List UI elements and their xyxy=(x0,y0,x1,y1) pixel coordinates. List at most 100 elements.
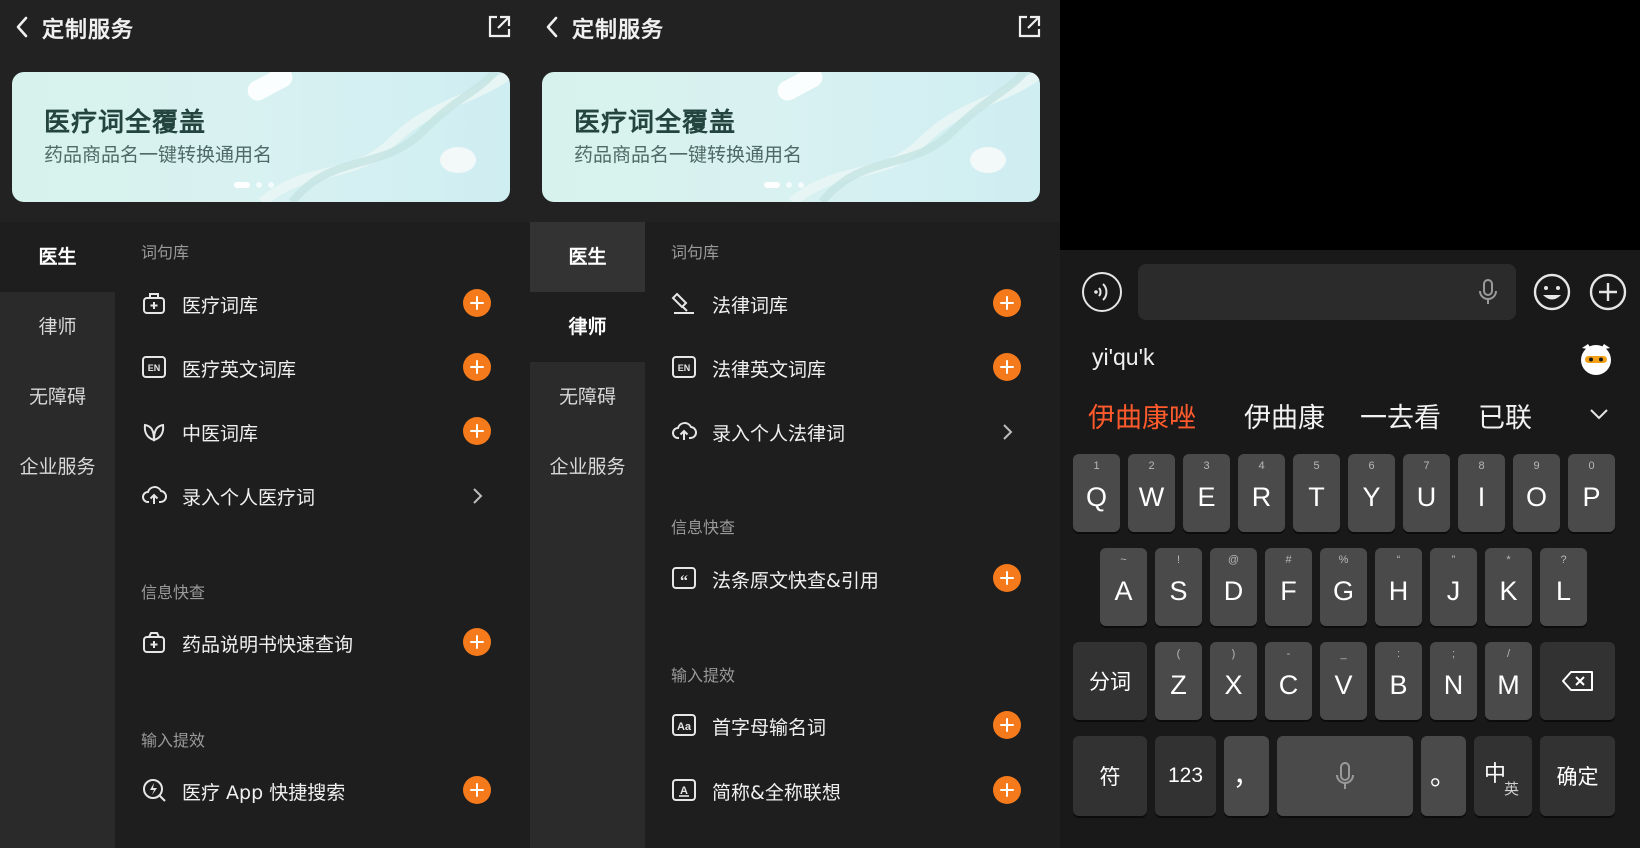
key-x[interactable]: ) X xyxy=(1210,642,1257,720)
backspace-icon xyxy=(1562,671,1593,691)
voice-message-icon[interactable] xyxy=(1082,272,1122,312)
sidebar-item-accessibility[interactable]: 无障碍 xyxy=(530,362,645,432)
message-input[interactable] xyxy=(1138,264,1516,320)
share-icon[interactable] xyxy=(1016,14,1042,40)
key-a[interactable]: ~ A xyxy=(1100,548,1147,626)
confirm-key[interactable]: 确定 xyxy=(1540,736,1615,816)
sidebar-item-enterprise[interactable]: 企业服务 xyxy=(530,432,645,502)
candidate-item[interactable]: 伊曲康唑 xyxy=(1088,396,1196,435)
key-o[interactable]: 9O xyxy=(1513,454,1560,532)
add-button[interactable] xyxy=(993,564,1021,592)
key-h[interactable]: “H xyxy=(1375,548,1422,626)
key-j[interactable]: ” J xyxy=(1430,548,1477,626)
add-button[interactable] xyxy=(993,353,1021,381)
sidebar-item-doctor[interactable]: 医生 xyxy=(530,222,645,292)
space-key[interactable] xyxy=(1277,736,1413,816)
symbols-key[interactable]: 符 xyxy=(1073,736,1147,816)
screen-keyboard: yi'qu'k 伊曲康唑 伊曲康 一去看 已联 1Q 2W 3E 4R 5T 6… xyxy=(1060,0,1640,848)
key-i[interactable]: 8I xyxy=(1458,454,1505,532)
promo-banner[interactable]: 医疗词全覆盖 药品商品名一键转换通用名 xyxy=(542,72,1040,202)
list-item[interactable]: A 简称&全称联想 xyxy=(671,771,1021,811)
page-title: 定制服务 xyxy=(42,18,135,43)
list-item[interactable]: Aa 首字母输名词 xyxy=(671,706,1021,746)
sidebar-item-enterprise[interactable]: 企业服务 xyxy=(0,432,115,502)
key-k[interactable]: * K xyxy=(1485,548,1532,626)
add-button[interactable] xyxy=(993,711,1021,739)
backspace-key[interactable] xyxy=(1540,642,1615,720)
back-icon[interactable] xyxy=(10,12,38,42)
promo-banner[interactable]: 医疗词全覆盖 药品商品名一键转换通用名 xyxy=(12,72,510,202)
key-e[interactable]: 3E xyxy=(1183,454,1230,532)
pinyin-composition: yi'qu'k xyxy=(1092,344,1155,370)
segment-key[interactable]: 分词 xyxy=(1073,642,1147,720)
list-item[interactable]: “ 法条原文快查&引用 xyxy=(671,559,1021,599)
list-item[interactable]: 录入个人医疗词 xyxy=(141,476,491,516)
comma-key[interactable]: ， xyxy=(1224,736,1269,816)
period-key[interactable]: 。 xyxy=(1421,736,1466,816)
list-item[interactable]: 医疗词库 xyxy=(141,284,491,324)
ime-mascot-icon[interactable] xyxy=(1578,340,1614,376)
add-button[interactable] xyxy=(463,353,491,381)
list-item-label: 医疗词库 xyxy=(182,295,259,317)
add-button[interactable] xyxy=(463,628,491,656)
list-item-label: 法律词库 xyxy=(712,295,789,317)
key-z[interactable]: (Z xyxy=(1155,642,1202,720)
key-r[interactable]: 4R xyxy=(1238,454,1285,532)
list-item[interactable]: 中医词库 xyxy=(141,412,491,452)
sidebar-item-lawyer[interactable]: 律师 xyxy=(0,292,115,362)
key-c[interactable]: -C xyxy=(1265,642,1312,720)
list-item[interactable]: 法律词库 xyxy=(671,284,1021,324)
key-t[interactable]: 5T xyxy=(1293,454,1340,532)
list-item[interactable]: EN 法律英文词库 xyxy=(671,348,1021,388)
add-button[interactable] xyxy=(463,776,491,804)
chevron-right-icon xyxy=(1003,424,1013,440)
emoji-icon[interactable] xyxy=(1532,272,1572,312)
carousel-dots xyxy=(764,182,804,188)
key-n[interactable]: ; N xyxy=(1430,642,1477,720)
key-f[interactable]: # F xyxy=(1265,548,1312,626)
list-item[interactable]: 医疗 App 快捷搜索 xyxy=(141,771,491,811)
section-label-lexicon: 词句库 xyxy=(141,243,190,262)
list-item-label: 录入个人医疗词 xyxy=(182,487,316,509)
candidate-item[interactable]: 已联 xyxy=(1478,396,1532,435)
key-w[interactable]: 2W xyxy=(1128,454,1175,532)
list-item[interactable]: 录入个人法律词 xyxy=(671,412,1021,452)
back-icon[interactable] xyxy=(540,12,568,42)
key-p[interactable]: 0P xyxy=(1568,454,1615,532)
candidate-item[interactable]: 一去看 xyxy=(1360,396,1441,435)
candidate-item[interactable]: 伊曲康 xyxy=(1244,396,1325,435)
chevron-down-icon[interactable] xyxy=(1588,406,1610,422)
key-q[interactable]: 1Q xyxy=(1073,454,1120,532)
share-icon[interactable] xyxy=(486,14,512,40)
language-switch-key[interactable]: 中 英 xyxy=(1474,736,1532,816)
carousel-dots xyxy=(234,182,274,188)
sidebar-item-lawyer[interactable]: 律师 xyxy=(530,292,645,362)
key-m[interactable]: / M xyxy=(1485,642,1532,720)
section-label-info: 信息快查 xyxy=(671,518,736,537)
abbreviation-icon: A xyxy=(672,779,696,801)
key-v[interactable]: _ V xyxy=(1320,642,1367,720)
chat-area xyxy=(1060,0,1640,250)
add-button[interactable] xyxy=(993,289,1021,317)
banner-subtitle: 药品商品名一键转换通用名 xyxy=(574,144,803,166)
key-y[interactable]: 6Y xyxy=(1348,454,1395,532)
key-s[interactable]: ! S xyxy=(1155,548,1202,626)
key-b[interactable]: :B xyxy=(1375,642,1422,720)
key-l[interactable]: ? L xyxy=(1540,548,1587,626)
numbers-key[interactable]: 123 xyxy=(1155,736,1216,816)
list-item[interactable]: 药品说明书快速查询 xyxy=(141,623,491,663)
plus-icon[interactable] xyxy=(1588,272,1628,312)
key-u[interactable]: 7U xyxy=(1403,454,1450,532)
sidebar-item-accessibility[interactable]: 无障碍 xyxy=(0,362,115,432)
key-g[interactable]: % G xyxy=(1320,548,1367,626)
sidebar-item-doctor[interactable]: 医生 xyxy=(0,222,115,292)
add-button[interactable] xyxy=(463,417,491,445)
list-item-label: 法律英文词库 xyxy=(712,359,827,381)
list-item[interactable]: EN 医疗英文词库 xyxy=(141,348,491,388)
key-d[interactable]: @ D xyxy=(1210,548,1257,626)
microphone-icon[interactable] xyxy=(1478,278,1498,306)
add-button[interactable] xyxy=(463,289,491,317)
add-button[interactable] xyxy=(993,776,1021,804)
medical-kit-icon xyxy=(143,293,165,314)
quote-icon: “ xyxy=(672,567,696,590)
